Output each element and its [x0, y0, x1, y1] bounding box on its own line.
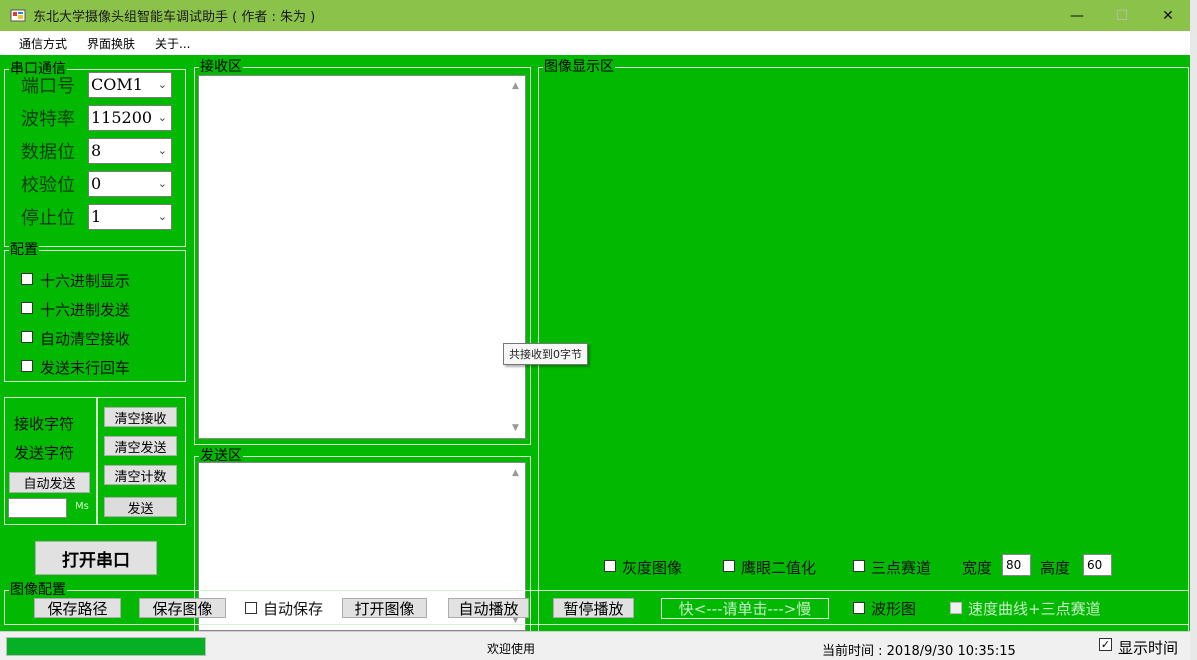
interval-input[interactable] — [8, 498, 67, 518]
status-bar: 欢迎使用 当前时间 : 2018/9/30 10:35:15 ✓ 显示时间 — [0, 631, 1190, 660]
baud-select[interactable]: 115200 ⌄ — [88, 105, 172, 131]
save-image-button[interactable]: 保存图像 — [139, 598, 226, 618]
menu-communication[interactable]: 通信方式 — [19, 35, 67, 52]
databits-select[interactable]: 8 ⌄ — [88, 138, 172, 164]
gray-image-label: 灰度图像 — [622, 559, 683, 577]
stopbits-value: 1 — [91, 207, 102, 226]
height-input[interactable]: 60 — [1083, 554, 1112, 576]
show-time-checkbox[interactable]: ✓ — [1099, 638, 1112, 651]
interval-unit: Ms — [75, 501, 89, 512]
parity-label: 校验位 — [21, 175, 75, 196]
append-cr-checkbox[interactable] — [21, 360, 33, 372]
maximize-button[interactable]: ☐ — [1099, 0, 1145, 31]
chevron-down-icon: ⌄ — [157, 144, 167, 157]
stopbits-select[interactable]: 1 ⌄ — [88, 204, 172, 230]
image-config-legend: 图像配置 — [9, 582, 67, 598]
waveform-checkbox[interactable] — [853, 602, 865, 614]
menu-about[interactable]: 关于... — [155, 35, 190, 52]
scroll-up-icon[interactable]: ▲ — [512, 468, 519, 478]
send-legend: 发送区 — [199, 448, 243, 464]
three-point-checkbox[interactable] — [853, 560, 865, 572]
pause-play-button[interactable]: 暂停播放 — [553, 598, 634, 618]
scroll-down-icon[interactable]: ▼ — [512, 423, 519, 433]
baud-label: 波特率 — [21, 109, 75, 130]
send-button[interactable]: 发送 — [104, 497, 177, 517]
auto-send-button[interactable]: 自动发送 — [9, 472, 90, 493]
close-icon: ✕ — [1162, 7, 1174, 24]
send-count-label: 发送字符 — [14, 444, 75, 462]
baud-value: 115200 — [91, 108, 153, 127]
receive-textarea[interactable]: ▲ ▼ — [198, 75, 526, 439]
parity-select[interactable]: 0 ⌄ — [88, 171, 172, 197]
hex-send-label: 十六进制发送 — [40, 301, 131, 319]
time-label: 当前时间 : — [822, 644, 887, 659]
current-time: 当前时间 : 2018/9/30 10:35:15 — [822, 640, 1016, 659]
height-label: 高度 — [1040, 559, 1071, 577]
menu-bar: 通信方式 界面换肤 关于... — [0, 31, 1190, 55]
clear-receive-button[interactable]: 清空接收 — [104, 407, 177, 427]
speed-curve-label: 速度曲线+三点赛道 — [968, 600, 1101, 618]
binarize-label: 鹰眼二值化 — [741, 559, 817, 577]
app-icon — [10, 7, 26, 23]
open-port-button[interactable]: 打开串口 — [35, 541, 157, 575]
parity-value: 0 — [91, 174, 102, 193]
welcome-text: 欢迎使用 — [487, 642, 536, 656]
width-label: 宽度 — [962, 559, 993, 577]
progress-fill — [7, 638, 205, 655]
binarize-checkbox[interactable] — [723, 560, 735, 572]
maximize-icon: ☐ — [1115, 7, 1129, 24]
auto-clear-checkbox[interactable] — [21, 331, 33, 343]
databits-value: 8 — [91, 141, 102, 160]
three-point-label: 三点赛道 — [871, 559, 932, 577]
waveform-label: 波形图 — [871, 600, 917, 618]
receive-scrollbar[interactable]: ▲ ▼ — [508, 77, 524, 437]
chevron-down-icon: ⌄ — [157, 78, 167, 91]
port-select[interactable]: COM1 ⌄ — [88, 72, 172, 98]
chevron-down-icon: ⌄ — [157, 210, 167, 223]
hex-display-checkbox[interactable] — [21, 273, 33, 285]
progress-bar — [6, 637, 206, 656]
port-value: COM1 — [91, 75, 143, 94]
hex-display-label: 十六进制显示 — [40, 272, 131, 290]
minimize-button[interactable]: — — [1054, 0, 1100, 31]
auto-play-button[interactable]: 自动播放 — [448, 598, 529, 618]
title-bar: 东北大学摄像头组智能车调试助手 ( 作者 : 朱为 ) — ☐ ✕ — [0, 0, 1190, 31]
auto-save-checkbox[interactable] — [245, 602, 257, 614]
time-value: 2018/9/30 10:35:15 — [886, 644, 1016, 659]
checkmark-icon: ✓ — [1100, 638, 1111, 651]
width-input[interactable]: 80 — [1002, 554, 1031, 576]
show-time-label: 显示时间 — [1118, 639, 1179, 657]
scroll-up-icon[interactable]: ▲ — [512, 81, 519, 91]
recv-count-label: 接收字符 — [14, 415, 75, 433]
close-button[interactable]: ✕ — [1145, 0, 1191, 31]
auto-save-label: 自动保存 — [263, 600, 324, 618]
hex-send-checkbox[interactable] — [21, 302, 33, 314]
image-canvas[interactable] — [545, 75, 1185, 545]
clear-count-button[interactable]: 清空计数 — [104, 465, 177, 485]
gray-image-checkbox[interactable] — [604, 560, 616, 572]
minimize-icon: — — [1070, 7, 1084, 24]
receive-count-tooltip: 共接收到0字节 — [503, 343, 588, 365]
clear-send-button[interactable]: 清空发送 — [104, 436, 177, 456]
window-title: 东北大学摄像头组智能车调试助手 ( 作者 : 朱为 ) — [33, 10, 316, 25]
open-image-button[interactable]: 打开图像 — [342, 598, 427, 618]
port-label: 端口号 — [21, 76, 75, 97]
stopbits-label: 停止位 — [21, 208, 75, 229]
image-display-legend: 图像显示区 — [543, 59, 615, 75]
chevron-down-icon: ⌄ — [157, 177, 167, 190]
speed-curve-checkbox[interactable] — [950, 602, 962, 614]
receive-legend: 接收区 — [199, 59, 243, 75]
window-edge — [1190, 0, 1197, 660]
databits-label: 数据位 — [21, 142, 75, 163]
config-legend: 配置 — [9, 242, 39, 258]
speed-slider-button[interactable]: 快<---请单击--->慢 — [661, 598, 829, 619]
main-panel: 串口通信 端口号 COM1 ⌄ 波特率 115200 ⌄ 数据位 8 ⌄ 校验位… — [0, 55, 1190, 660]
save-path-button[interactable]: 保存路径 — [34, 598, 121, 618]
auto-clear-label: 自动清空接收 — [40, 330, 131, 348]
menu-skin[interactable]: 界面换肤 — [87, 35, 135, 52]
append-cr-label: 发送末行回车 — [40, 359, 131, 377]
chevron-down-icon: ⌄ — [157, 111, 167, 124]
